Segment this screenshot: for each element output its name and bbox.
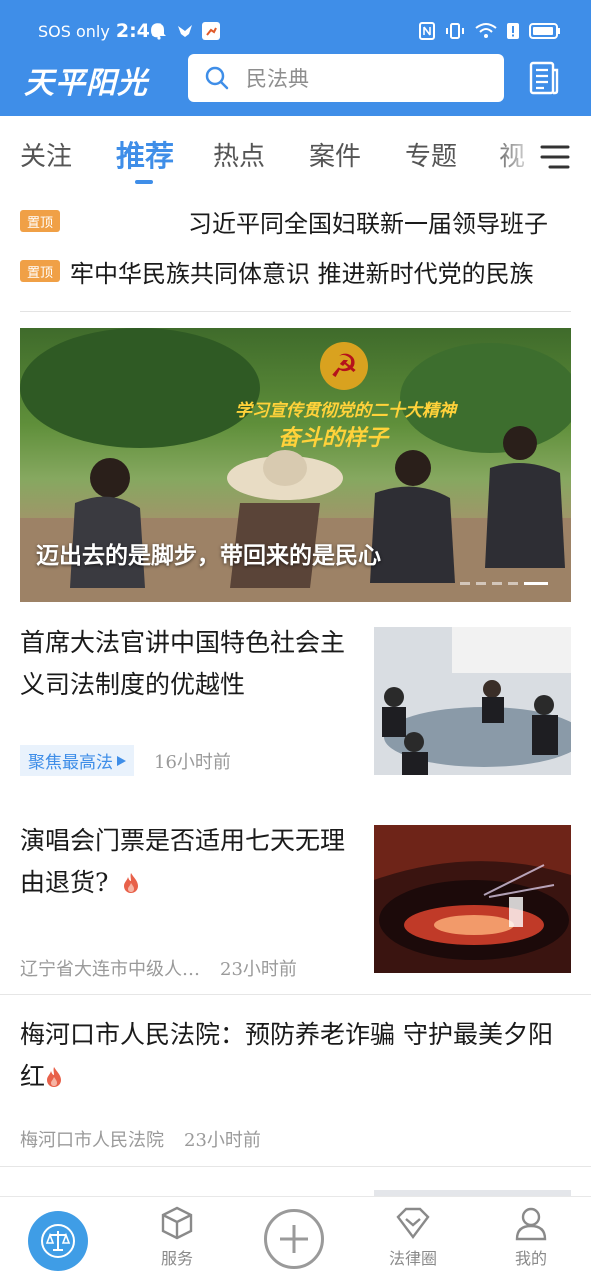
fire-icon <box>124 873 139 893</box>
bottom-navigation: 服务 法律圈 我的 <box>0 1196 591 1281</box>
app-header: SOS only 2:46 天平阳光 民法典 <box>0 0 591 116</box>
tab-topics[interactable]: 专题 <box>405 136 457 173</box>
news-thumbnail[interactable] <box>374 825 571 973</box>
news-title[interactable]: 演唱会门票是否适用七天无理由退货? <box>20 820 356 904</box>
carousel-dot[interactable] <box>476 582 486 585</box>
diamond-icon <box>396 1207 430 1239</box>
wifi-icon <box>475 23 497 38</box>
status-bar: SOS only 2:46 <box>0 0 591 48</box>
pinned-headline: 牢中华民族共同体意识 推进新时代党的民族 <box>70 260 534 288</box>
nav-mine-label: 我的 <box>514 1249 547 1268</box>
news-title-text: 演唱会门票是否适用七天无理由退货? <box>20 826 346 897</box>
party-emblem-icon: ☭ <box>320 342 368 390</box>
topic-tag[interactable]: 聚焦最高法 <box>20 745 134 776</box>
news-meta: 聚焦最高法 16小时前 <box>20 745 231 776</box>
carousel-indicator <box>460 582 548 585</box>
nav-law-circle[interactable]: 法律圈 <box>373 1205 453 1269</box>
search-bar[interactable]: 民法典 <box>188 54 504 102</box>
search-placeholder: 民法典 <box>246 67 309 91</box>
vibrate-icon <box>446 23 464 39</box>
play-triangle-icon <box>117 755 126 766</box>
battery-icon <box>529 23 560 39</box>
topic-tag-label: 聚焦最高法 <box>28 753 113 773</box>
news-title-text: 梅河口市人民法院：预防养老诈骗 守护最美夕阳红 <box>20 1020 553 1091</box>
divider <box>20 311 571 312</box>
bell-icon <box>150 22 168 40</box>
bird-app-icon <box>176 22 194 40</box>
pin-badge: 置顶 <box>20 210 60 232</box>
banner-subtitle: 学习宣传贯彻党的二十大精神 <box>235 401 456 421</box>
news-time: 16小时前 <box>154 751 231 773</box>
news-time: 23小时前 <box>220 959 297 980</box>
nav-home-law[interactable] <box>28 1211 88 1271</box>
menu-icon[interactable] <box>540 144 570 170</box>
add-button[interactable] <box>264 1209 324 1269</box>
carousel-dot[interactable] <box>508 582 518 585</box>
carousel-dot-active[interactable] <box>524 582 548 585</box>
news-meta: 梅河口市人民法院 23小时前 <box>20 1126 261 1152</box>
tab-fade <box>490 116 540 192</box>
news-source[interactable]: 辽宁省大连市中级人… <box>20 955 200 981</box>
tab-cases[interactable]: 案件 <box>309 136 361 173</box>
tab-follow[interactable]: 关注 <box>20 136 72 173</box>
plus-icon <box>280 1225 308 1253</box>
app-logo: 天平阳光 <box>24 66 148 101</box>
carousel-dot[interactable] <box>492 582 502 585</box>
featured-banner[interactable]: ☭ 学习宣传贯彻党的二十大精神 奋斗的样子 迈出去的是脚步，带回来的是民心 <box>20 328 571 602</box>
alert-icon <box>507 23 519 39</box>
active-tab-indicator <box>135 180 153 184</box>
pinned-item[interactable]: 置顶 牢中华民族共同体意识 推进新时代党的民族 <box>20 254 560 294</box>
notification-icons <box>150 22 220 40</box>
divider <box>0 1166 591 1167</box>
pin-badge: 置顶 <box>20 260 60 282</box>
fire-icon <box>47 1067 62 1087</box>
divider <box>0 994 591 995</box>
newspaper-icon[interactable] <box>528 60 560 96</box>
carrier-label: SOS only <box>38 22 110 41</box>
tab-hot[interactable]: 热点 <box>213 136 265 173</box>
nav-law-circle-label: 法律圈 <box>388 1249 437 1268</box>
scales-icon <box>41 1224 75 1258</box>
carousel-dot[interactable] <box>460 582 470 585</box>
nav-service[interactable]: 服务 <box>137 1205 217 1269</box>
news-title[interactable]: 首席大法官讲中国特色社会主义司法制度的优越性 <box>20 622 356 706</box>
pinned-headline: 习近平同全国妇联新一届领导班子 <box>188 210 548 238</box>
tab-recommend[interactable]: 推荐 <box>116 133 174 175</box>
nfc-icon <box>419 22 435 40</box>
runner-app-icon <box>202 22 220 40</box>
search-icon <box>205 66 229 90</box>
status-left: SOS only 2:46 <box>38 20 163 42</box>
cube-icon <box>161 1206 193 1240</box>
banner-slogan: 奋斗的样子 <box>278 426 389 451</box>
news-time: 23小时前 <box>184 1130 261 1151</box>
news-title[interactable]: 梅河口市人民法院：预防养老诈骗 守护最美夕阳红 <box>20 1014 571 1098</box>
pinned-item[interactable]: 置顶 习近平同全国妇联新一届领导班子 <box>20 204 560 244</box>
user-icon <box>515 1207 547 1241</box>
news-source[interactable]: 梅河口市人民法院 <box>20 1126 164 1152</box>
channel-tabs: 关注 推荐 热点 案件 专题 视 <box>0 116 591 192</box>
news-meta: 辽宁省大连市中级人… 23小时前 <box>20 955 297 981</box>
system-icons <box>419 22 561 40</box>
nav-mine[interactable]: 我的 <box>491 1205 571 1269</box>
nav-service-label: 服务 <box>160 1249 193 1268</box>
banner-caption: 迈出去的是脚步，带回来的是民心 <box>36 542 381 569</box>
news-thumbnail[interactable] <box>374 627 571 775</box>
